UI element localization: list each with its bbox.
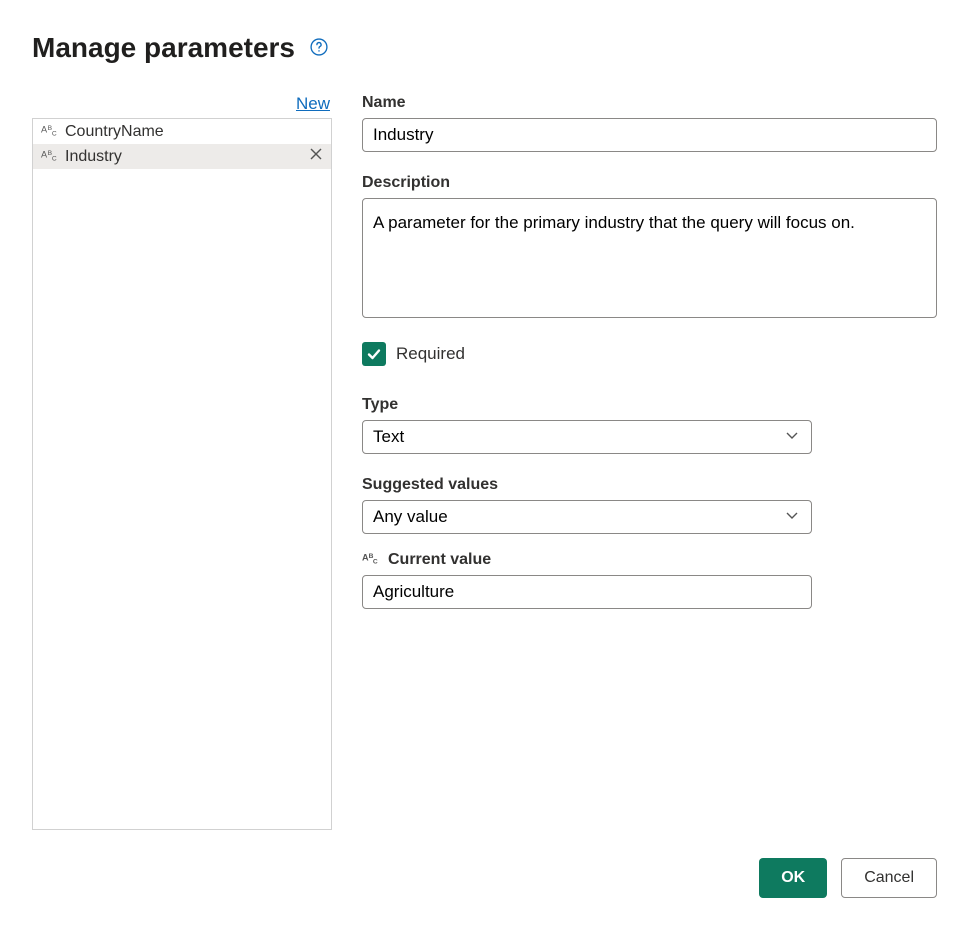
description-label: Description — [362, 174, 937, 192]
parameter-item-industry[interactable]: Industry — [33, 144, 331, 169]
parameter-item-countryname[interactable]: CountryName — [33, 119, 331, 144]
type-select[interactable] — [362, 420, 812, 454]
suggested-values-select[interactable] — [362, 500, 812, 534]
description-input[interactable] — [362, 198, 937, 318]
parameter-item-label: Industry — [65, 148, 303, 166]
current-value-label: Current value — [388, 551, 491, 569]
dialog-footer: OK Cancel — [32, 858, 937, 898]
name-input[interactable] — [362, 118, 937, 152]
required-label: Required — [396, 344, 465, 364]
required-checkbox[interactable] — [362, 342, 386, 366]
text-type-icon — [41, 122, 59, 141]
name-label: Name — [362, 94, 937, 112]
parameter-item-label: CountryName — [65, 123, 323, 141]
delete-parameter-icon[interactable] — [309, 147, 323, 166]
parameter-list: CountryName Industry — [32, 118, 332, 830]
current-value-input[interactable] — [362, 575, 812, 609]
ok-button[interactable]: OK — [759, 858, 827, 898]
text-type-icon — [41, 147, 59, 166]
dialog-title: Manage parameters — [32, 32, 295, 64]
suggested-values-label: Suggested values — [362, 476, 937, 494]
type-label: Type — [362, 396, 937, 414]
new-parameter-link[interactable]: New — [32, 94, 332, 118]
text-type-icon — [362, 550, 382, 569]
cancel-button[interactable]: Cancel — [841, 858, 937, 898]
dialog-header: Manage parameters — [32, 32, 937, 64]
help-icon[interactable] — [309, 37, 329, 60]
